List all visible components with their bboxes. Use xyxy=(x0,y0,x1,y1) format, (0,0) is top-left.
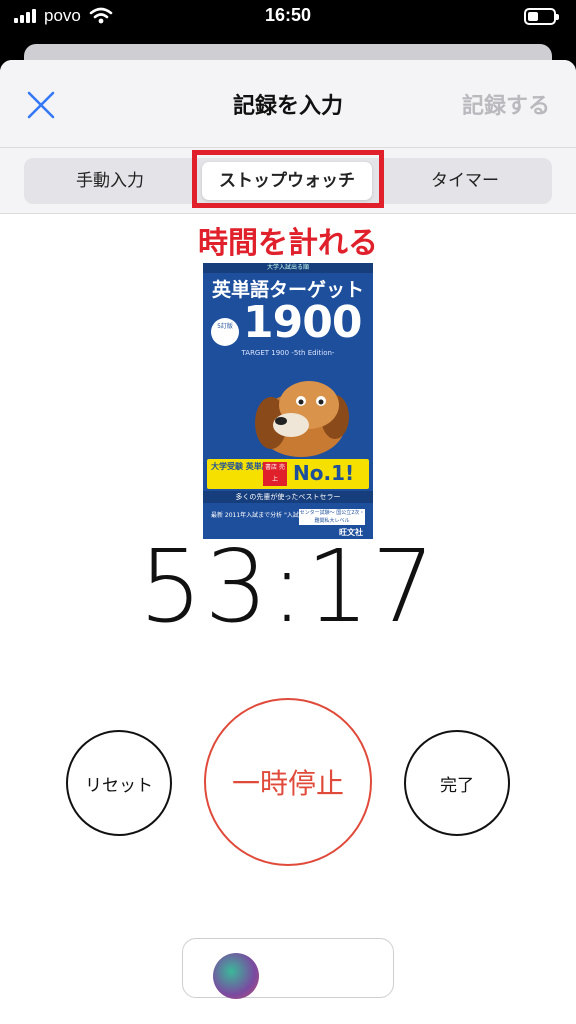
battery-icon xyxy=(524,8,559,25)
nav-bar: 記録を入力 記録する xyxy=(0,60,576,148)
pause-button[interactable]: 一時停止 xyxy=(204,698,372,866)
book-banner-right: No.1! xyxy=(293,461,355,485)
status-time: 16:50 xyxy=(264,5,312,25)
annotation-text: 時間を計れる xyxy=(198,226,378,261)
stopwatch-display: 53:17 xyxy=(138,528,438,645)
reset-button[interactable]: リセット xyxy=(66,730,172,836)
bottom-card[interactable] xyxy=(182,938,394,999)
book-level-box: センター試験～ 国公立2次・難関私大レベル xyxy=(299,509,365,525)
book-banner-mid: 書店 売上 xyxy=(263,462,287,486)
save-record-button[interactable]: 記録する xyxy=(462,88,550,120)
tab-timer[interactable]: タイマー xyxy=(378,158,552,204)
dog-mascot-icon xyxy=(255,381,349,457)
book-banner: 大学受験 英単語集 書店 売上 No.1! xyxy=(207,459,369,489)
done-button[interactable]: 完了 xyxy=(404,730,510,836)
book-subtitle: TARGET 1900 -5th Edition- xyxy=(241,349,335,357)
book-strip: 多くの先輩が使ったベストセラー xyxy=(203,491,373,503)
book-edition-badge: 5訂版 xyxy=(211,318,239,346)
stopwatch-highlight-box xyxy=(192,150,384,208)
book-top-text: 大学入試出る順 xyxy=(203,263,373,273)
close-button[interactable] xyxy=(24,88,58,122)
app-icon xyxy=(213,953,259,999)
status-bar: povo 16:50 xyxy=(0,0,576,34)
close-icon xyxy=(27,91,55,119)
tab-manual-input[interactable]: 手動入力 xyxy=(24,158,196,204)
book-cover: 大学入試出る順 英単語ターゲット 5訂版 1900 TARGET 1900 -5… xyxy=(203,263,373,539)
book-number: 1900 xyxy=(243,297,362,348)
